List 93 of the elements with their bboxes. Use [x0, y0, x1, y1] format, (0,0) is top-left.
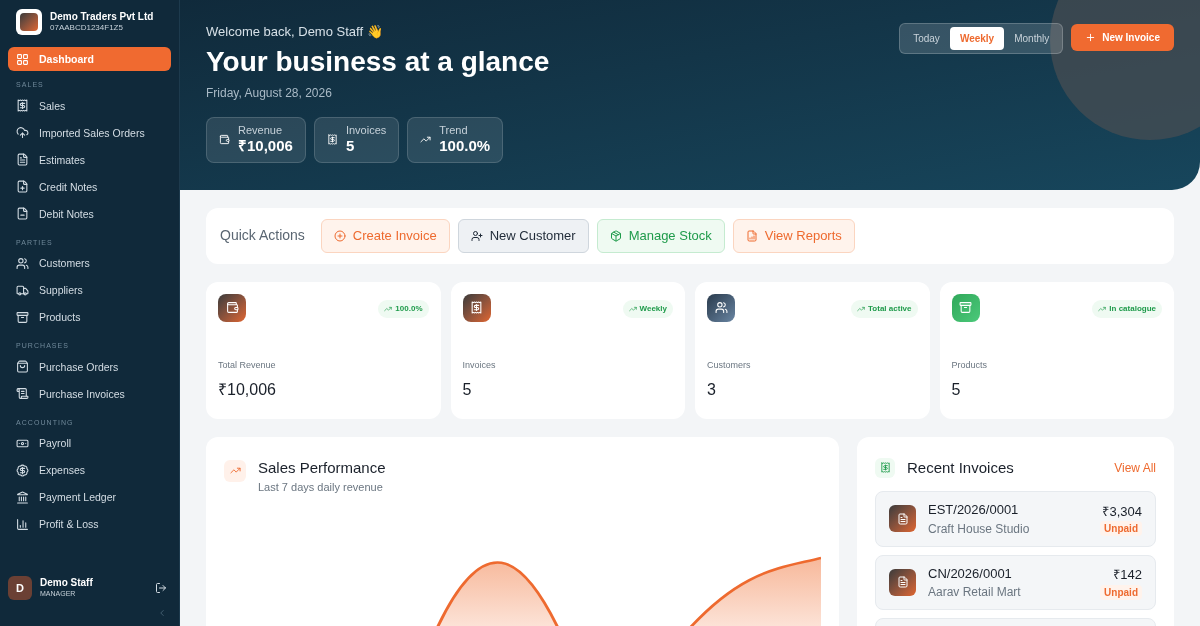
- wallet-icon: [219, 134, 230, 146]
- stat-label: Trend: [439, 123, 469, 138]
- sidebar-item[interactable]: Credit Notes: [8, 174, 171, 199]
- sidebar-item[interactable]: Profit & Loss: [8, 512, 171, 536]
- stat-card-label: Customers: [707, 359, 752, 372]
- receipt-icon: [470, 301, 483, 314]
- company-logo: [16, 9, 42, 35]
- trend-icon: [384, 304, 393, 313]
- sidebar-item[interactable]: Imported Sales Orders: [8, 120, 171, 145]
- customer-name: Aarav Retail Mart: [928, 584, 1022, 601]
- bank-icon: [16, 490, 29, 504]
- status-badge: Unpaid: [1100, 584, 1142, 600]
- quick-action-button[interactable]: New Customer: [457, 219, 589, 253]
- archive-icon: [959, 301, 972, 314]
- trend-badge: Weekly: [622, 299, 673, 318]
- trend-badge: In catalogue: [1092, 299, 1162, 318]
- card-title: Sales Performance: [258, 457, 386, 478]
- invoice-amount: ₹142: [1113, 566, 1142, 584]
- report-icon: [745, 229, 758, 242]
- sidebar-item[interactable]: Payment Ledger: [8, 485, 171, 509]
- dollar-icon: [16, 463, 29, 477]
- sidebar-item[interactable]: Products: [8, 305, 171, 329]
- trend-badge: Total active: [851, 299, 918, 318]
- sidebar-item[interactable]: Debit Notes: [8, 201, 171, 226]
- sidebar-item[interactable]: Estimates: [8, 147, 171, 172]
- status-badge: Unpaid: [1100, 521, 1142, 536]
- stat-card-value: ₹10,006: [218, 379, 277, 400]
- trend-icon: [628, 304, 637, 313]
- card-subtitle: Last 7 days daily revenue: [258, 480, 384, 495]
- date-text: Friday, August 28, 2026: [206, 84, 333, 102]
- company-gstin: 07AABCD1234F1Z5: [50, 23, 124, 34]
- cloud-upload-icon: [16, 126, 29, 139]
- stat-value: 100.0%: [439, 137, 491, 156]
- archive-icon: [16, 310, 29, 324]
- users-icon: [714, 301, 728, 314]
- card-title: Recent Invoices: [907, 457, 1015, 478]
- plus-circle-icon: [333, 229, 346, 242]
- bar-chart-icon: [16, 517, 29, 531]
- document-icon: [896, 576, 909, 589]
- trend-icon: [229, 465, 241, 476]
- invoice-number: CN/2026/0001: [928, 564, 1013, 583]
- sidebar-item[interactable]: Suppliers: [8, 278, 171, 302]
- stat-value: ₹10,006: [238, 137, 293, 156]
- stat-card-value: 3: [707, 379, 717, 400]
- receipt-icon: [879, 462, 891, 474]
- quick-actions-title: Quick Actions: [220, 226, 305, 246]
- stat-card-label: Invoices: [462, 359, 497, 372]
- stat-card-label: Total Revenue: [218, 359, 277, 372]
- invoice-row[interactable]: EST/2026/0001 Craft House Studio ₹3,304 Unpaid: [875, 491, 1156, 547]
- bag-icon: [16, 360, 29, 373]
- grid-icon: [16, 52, 29, 66]
- invoice-row[interactable]: CN/2026/0001 Aarav Retail Mart ₹142 Unpaid: [875, 554, 1156, 610]
- stat-card-value: 5: [462, 379, 473, 400]
- stat-card-value: 5: [951, 379, 962, 400]
- invoice-number: EST/2026/0001: [928, 501, 1020, 519]
- document-icon: [16, 153, 29, 166]
- quick-action-button[interactable]: Manage Stock: [596, 219, 725, 253]
- stat-label: Revenue: [238, 123, 284, 138]
- sidebar-item[interactable]: Purchase Invoices: [8, 381, 171, 406]
- plus-icon: [1085, 32, 1097, 43]
- trend-icon: [1098, 304, 1107, 313]
- period-tab[interactable]: Today: [903, 27, 950, 50]
- document-minus-icon: [16, 207, 29, 220]
- box-icon: [609, 229, 622, 242]
- receipt-icon: [16, 99, 29, 112]
- document-plus-icon: [16, 180, 29, 193]
- user-avatar: D: [8, 576, 32, 600]
- collapse-icon[interactable]: [157, 608, 167, 618]
- sidebar-item[interactable]: Expenses: [8, 458, 171, 482]
- trend-icon: [857, 304, 866, 313]
- sidebar-item[interactable]: Customers: [8, 251, 171, 275]
- wallet-icon: [225, 301, 239, 314]
- receipt-icon: [326, 134, 338, 146]
- trend-badge: 100.0%: [378, 299, 429, 318]
- period-tab[interactable]: Monthly: [1004, 27, 1060, 50]
- stat-card-label: Products: [951, 359, 989, 372]
- company-name: Demo Traders Pvt Ltd: [50, 10, 154, 24]
- sidebar-item[interactable]: Payroll: [8, 431, 171, 455]
- invoice-amount: ₹3,304: [1102, 502, 1142, 521]
- welcome-text: Welcome back, Demo Staff 👋: [206, 23, 384, 41]
- sidebar-item[interactable]: Sales: [8, 93, 171, 118]
- customer-name: Craft House Studio: [928, 520, 1031, 538]
- scroll-icon: [16, 387, 29, 400]
- page-title: Your business at a glance: [206, 44, 550, 79]
- users-icon: [16, 256, 29, 270]
- user-plus-icon: [470, 229, 483, 242]
- user-name: Demo Staff: [40, 577, 94, 590]
- stat-value: 5: [345, 137, 356, 156]
- truck-icon: [16, 283, 29, 297]
- stat-label: Invoices: [345, 123, 387, 138]
- logout-icon[interactable]: [155, 582, 167, 594]
- document-icon: [896, 512, 909, 525]
- sidebar-item[interactable]: Purchase Orders: [8, 354, 171, 379]
